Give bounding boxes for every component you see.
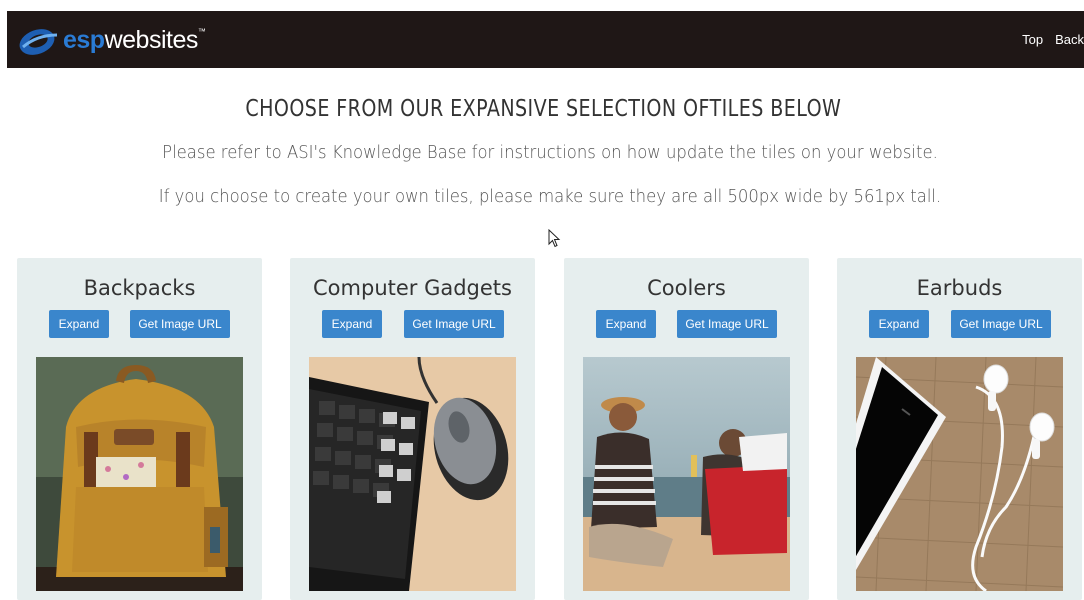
tile-computer-gadgets: Computer Gadgets Expand Get Image URL bbox=[290, 258, 535, 600]
mouse-cursor-icon bbox=[548, 229, 561, 248]
esp-websites-logo[interactable]: espwebsites™ bbox=[17, 21, 206, 59]
nav-link-top[interactable]: Top bbox=[1022, 32, 1043, 47]
tile-backpacks: Backpacks Expand Get Image URL bbox=[17, 258, 262, 600]
phone-earbuds-photo[interactable] bbox=[856, 357, 1063, 591]
tile-size-note: If you choose to create your own tiles, … bbox=[158, 187, 942, 207]
expand-button[interactable]: Expand bbox=[596, 310, 656, 338]
get-image-url-button[interactable]: Get Image URL bbox=[130, 310, 230, 338]
tile-coolers: Coolers Expand Get Image URL bbox=[564, 258, 809, 600]
expand-button[interactable]: Expand bbox=[869, 310, 929, 338]
logo-text: espwebsites™ bbox=[63, 25, 206, 54]
logo-esp: esp bbox=[63, 25, 105, 54]
beach-cooler-photo[interactable] bbox=[583, 357, 790, 591]
knowledge-base-note: Please refer to ASI's Knowledge Base for… bbox=[162, 143, 938, 163]
tile-earbuds: Earbuds Expand Get Image URL bbox=[837, 258, 1082, 600]
logo-websites: websites bbox=[104, 25, 199, 54]
tile-title: Backpacks bbox=[83, 276, 196, 300]
top-navbar: espwebsites™ Top Back bbox=[7, 11, 1084, 68]
esp-swoosh-icon bbox=[19, 29, 58, 55]
tile-title: Earbuds bbox=[916, 276, 1003, 300]
get-image-url-button[interactable]: Get Image URL bbox=[404, 310, 504, 338]
get-image-url-button[interactable]: Get Image URL bbox=[951, 310, 1051, 338]
backpack-photo[interactable] bbox=[36, 357, 243, 591]
nav-link-back[interactable]: Back bbox=[1055, 32, 1084, 47]
expand-button[interactable]: Expand bbox=[322, 310, 382, 338]
keyboard-mouse-photo[interactable] bbox=[309, 357, 516, 591]
tile-title: Coolers bbox=[647, 276, 726, 300]
nav-links: Top Back bbox=[1022, 32, 1084, 47]
page: espwebsites™ Top Back CHOOSE FROM OUR EX… bbox=[0, 0, 1084, 600]
tile-title: Computer Gadgets bbox=[313, 276, 512, 300]
page-headline: CHOOSE FROM OUR EXPANSIVE SELECTION OFTI… bbox=[245, 96, 842, 122]
expand-button[interactable]: Expand bbox=[49, 310, 109, 338]
get-image-url-button[interactable]: Get Image URL bbox=[677, 310, 777, 338]
logo-trademark: ™ bbox=[197, 26, 206, 36]
